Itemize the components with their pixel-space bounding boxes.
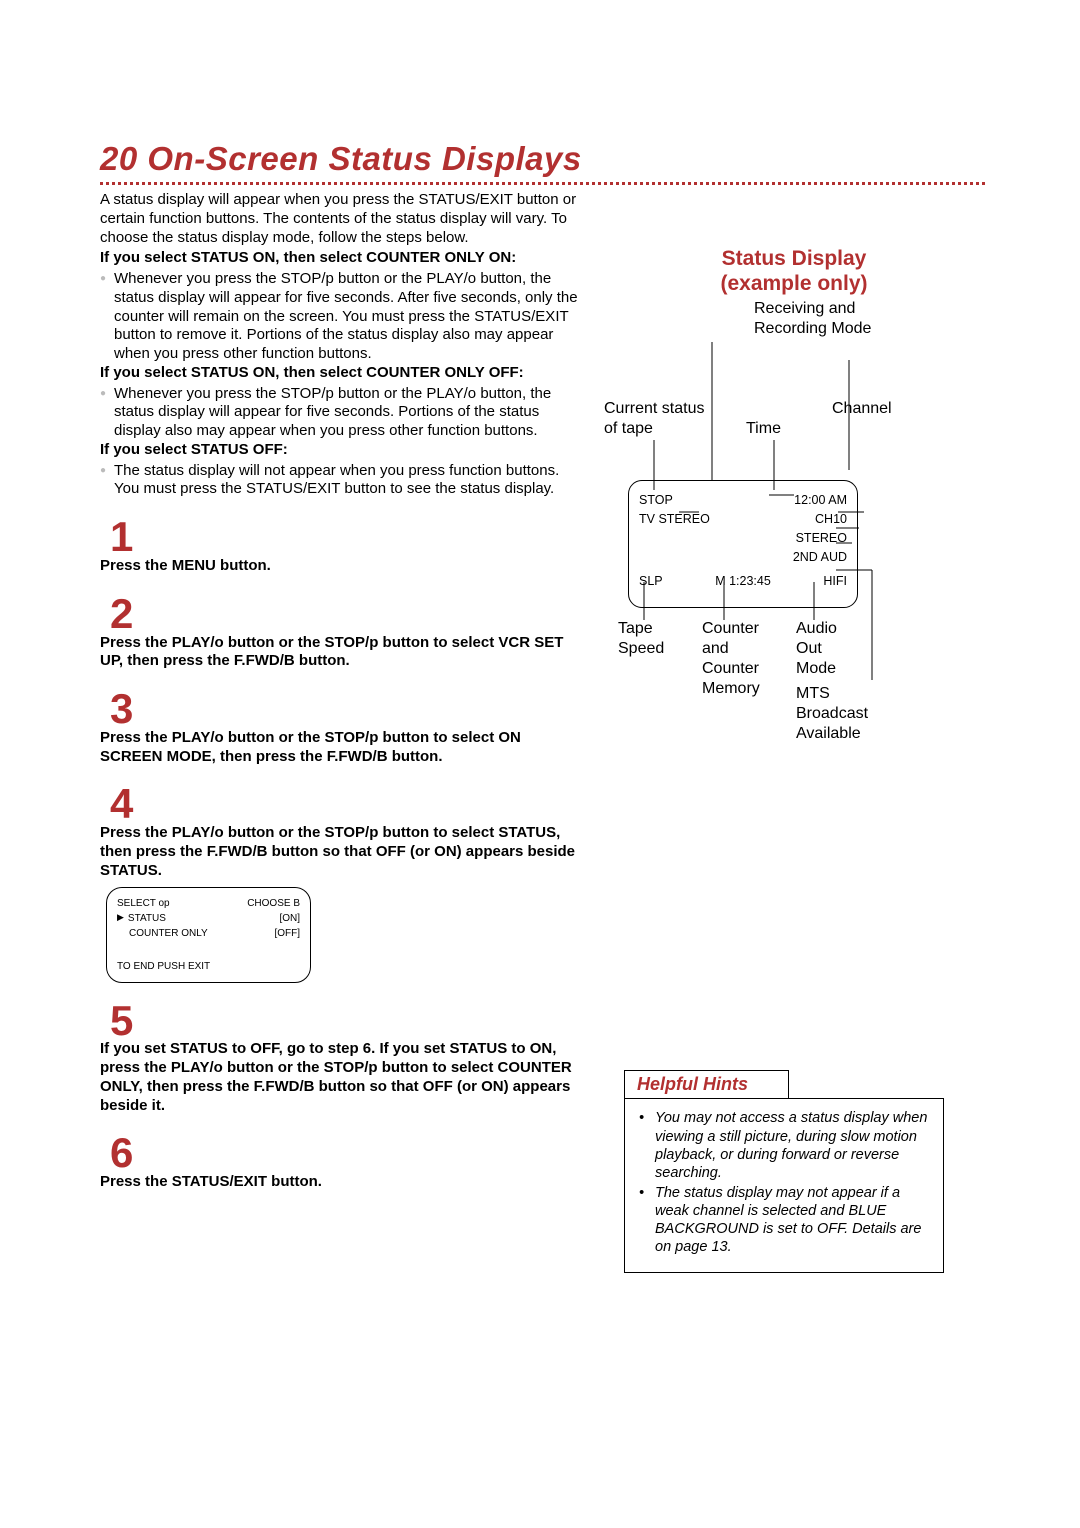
step-5-number: 5 (110, 1001, 580, 1041)
lbl-audio2: Out (796, 640, 822, 658)
osd-r1-l: STOP (639, 491, 673, 510)
lbl-current2: of tape (604, 420, 653, 438)
step-3-text: Press the PLAY/o button or the STOP/p bu… (100, 729, 580, 767)
osd-footer: TO END PUSH EXIT (117, 959, 300, 974)
status-display-title: Status Display (example only) (604, 246, 984, 296)
step-4-number: 4 (110, 784, 580, 824)
step-2-number: 2 (110, 594, 580, 634)
cond1-body: Whenever you press the STOP/p button or … (100, 270, 580, 364)
osd-header-right: CHOOSE B (247, 896, 300, 911)
step-6-number: 6 (110, 1133, 580, 1173)
intro-text: A status display will appear when you pr… (100, 191, 580, 247)
step-3-number: 3 (110, 689, 580, 729)
pointer-icon: ▶ (117, 911, 124, 926)
osd-row1-r: [ON] (279, 911, 300, 926)
lbl-current1: Current status (604, 400, 704, 418)
title-text: On-Screen Status Displays (147, 140, 581, 177)
lbl-mts2: Broadcast (796, 705, 868, 723)
lbl-audio1: Audio (796, 620, 837, 638)
helpful-hints: Helpful Hints You may not access a statu… (624, 1070, 944, 1273)
lbl-mts1: MTS (796, 685, 830, 703)
lbl-counter4: Memory (702, 680, 760, 698)
lbl-time: Time (746, 420, 781, 438)
divider (100, 182, 985, 185)
osd-r2-r1: CH10 (815, 512, 847, 526)
hint-2: The status display may not appear if a w… (651, 1184, 929, 1257)
step-4-text: Press the PLAY/o button or the STOP/p bu… (100, 824, 580, 880)
hints-title: Helpful Hints (637, 1074, 748, 1094)
cond2-head: If you select STATUS ON, then select COU… (100, 364, 580, 383)
osd-header-left: SELECT op (117, 896, 170, 911)
lbl-channel: Channel (832, 400, 892, 418)
lbl-tape1: Tape (618, 620, 653, 638)
osd-row2-r: [OFF] (274, 926, 300, 941)
lbl-receiving: Receiving and (754, 300, 855, 318)
osd-r3-m: M 1:23:45 (715, 572, 771, 591)
lbl-mts3: Available (796, 725, 861, 743)
osd-r3-r: HIFI (823, 572, 847, 591)
sd-title-1: Status Display (722, 247, 867, 270)
hints-title-box: Helpful Hints (624, 1070, 789, 1098)
osd-r2-r3: 2ND AUD (793, 550, 847, 564)
lbl-counter2: and (702, 640, 729, 658)
page-title: 20 On-Screen Status Displays (100, 140, 985, 178)
sd-title-2: (example only) (720, 272, 867, 295)
step-5-text: If you set STATUS to OFF, go to step 6. … (100, 1040, 580, 1115)
right-column: Status Display (example only) Receiv (604, 191, 984, 1273)
cond2-body: Whenever you press the STOP/p button or … (100, 385, 580, 441)
osd-r3-l: SLP (639, 572, 663, 591)
lbl-audio3: Mode (796, 660, 836, 678)
step-6-text: Press the STATUS/EXIT button. (100, 1173, 322, 1190)
hints-body: You may not access a status display when… (624, 1098, 944, 1273)
osd-example-box: STOP 12:00 AM TV STEREO CH10 STEREO 2ND … (628, 480, 858, 608)
lbl-counter3: Counter (702, 660, 759, 678)
lbl-tape2: Speed (618, 640, 664, 658)
cond1-head: If you select STATUS ON, then select COU… (100, 249, 580, 268)
osd-r1-r: 12:00 AM (794, 491, 847, 510)
osd-r2-l: TV STEREO (639, 510, 710, 566)
lbl-counter1: Counter (702, 620, 759, 638)
osd-row1-l: STATUS (128, 911, 166, 926)
hint-1: You may not access a status display when… (651, 1109, 929, 1182)
cond3-body: The status display will not appear when … (100, 462, 580, 500)
step-1-text: Press the MENU button. (100, 557, 580, 576)
left-column: A status display will appear when you pr… (100, 191, 580, 1273)
title-number: 20 (100, 140, 138, 177)
cond3-head: If you select STATUS OFF: (100, 441, 580, 460)
osd-row2-l: COUNTER ONLY (117, 926, 208, 941)
step-2-text: Press the PLAY/o button or the STOP/p bu… (100, 634, 580, 672)
osd-r2-r2: STEREO (796, 531, 847, 545)
osd-menu-box: SELECT op CHOOSE B ▶ STATUS [ON] COUNTER … (106, 887, 311, 983)
step-1-number: 1 (110, 517, 580, 557)
status-diagram: Receiving and Recording Mode Current sta… (604, 300, 964, 730)
lbl-recording: Recording Mode (754, 320, 871, 338)
